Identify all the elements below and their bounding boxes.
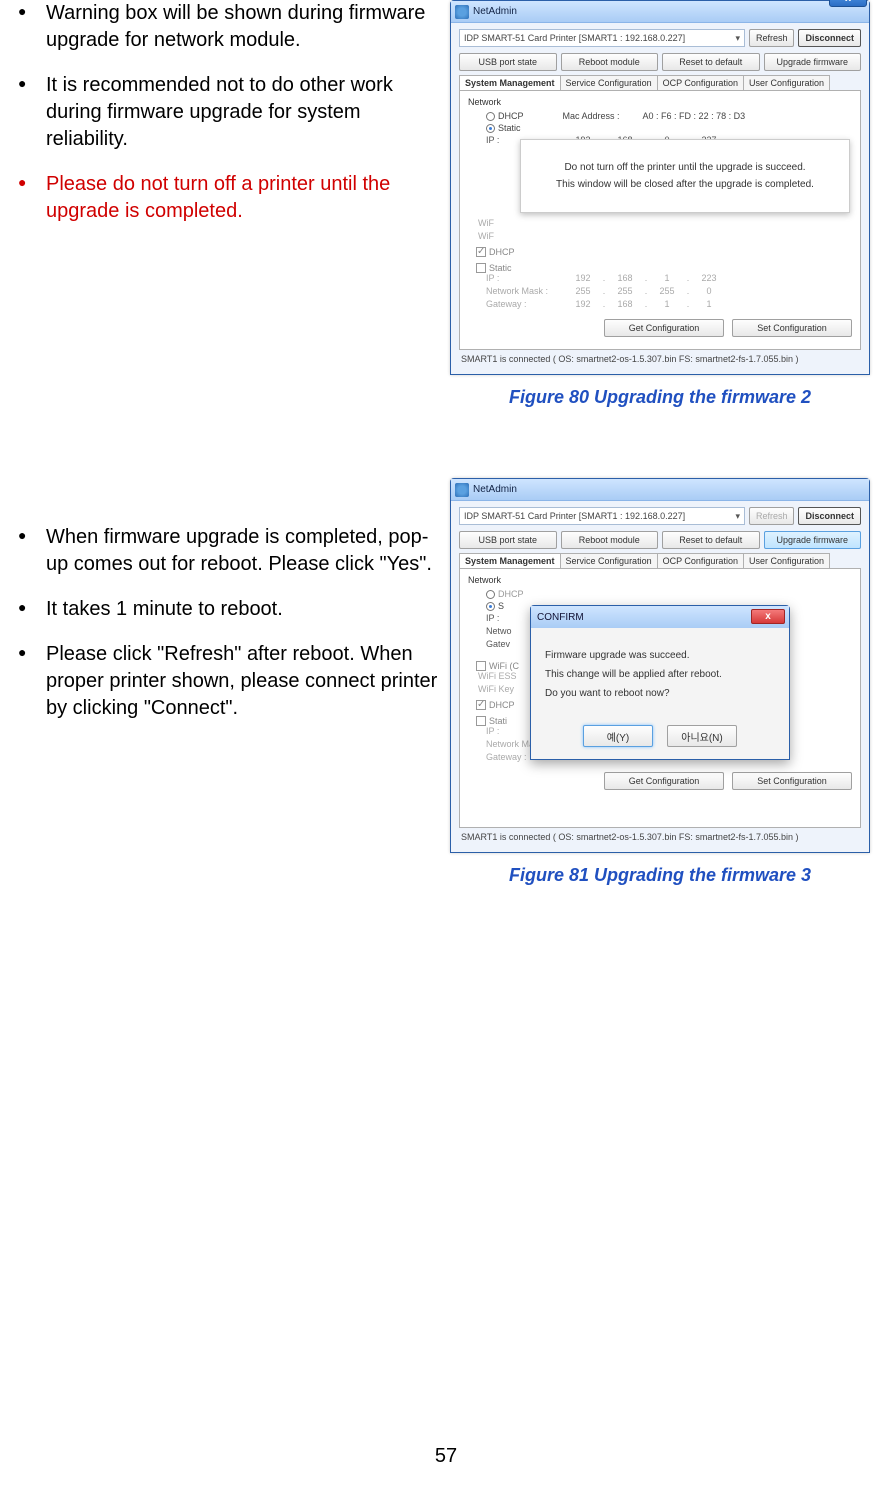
confirm-no-button[interactable]: 아니요(N) — [667, 725, 737, 747]
wifi-static-checkbox[interactable] — [476, 263, 486, 273]
wifi-static-label: Static — [489, 263, 512, 273]
disconnect-button[interactable]: Disconnect — [798, 507, 861, 525]
reboot-module-button[interactable]: Reboot module — [561, 53, 659, 71]
status-bar: SMART1 is connected ( OS: smartnet2-os-1… — [459, 350, 861, 366]
window-title: NetAdmin — [473, 6, 517, 17]
tab-system-management[interactable]: System Management — [459, 75, 561, 90]
tab-service-configuration[interactable]: Service Configuration — [560, 75, 658, 90]
window-titlebar[interactable]: NetAdmin x — [451, 1, 869, 23]
settings-panel: Network DHCP Mac Address : A0 : F6 : FD … — [459, 90, 861, 350]
bullet-list-1: Warning box will be shown during firmwar… — [10, 0, 440, 225]
netadmin-window-1: NetAdmin x IDP SMART-51 Card Printer [SM… — [450, 0, 870, 375]
tab-bar: System Management Service Configuration … — [459, 75, 861, 90]
tab-ocp-configuration[interactable]: OCP Configuration — [657, 75, 744, 90]
mac-value: A0 : F6 : FD : 22 : 78 : D3 — [643, 111, 746, 121]
bullet-item: When firmware upgrade is completed, pop-… — [18, 524, 440, 578]
mac-label: Mac Address : — [563, 111, 620, 121]
radio-static[interactable] — [486, 124, 495, 133]
device-dropdown[interactable]: IDP SMART-51 Card Printer [SMART1 : 192.… — [459, 29, 745, 47]
wifi-option-label: WiFi (C — [489, 661, 519, 671]
bullet-item-warning: Please do not turn off a printer until t… — [18, 171, 440, 225]
tab-bar: System Management Service Configuration … — [459, 553, 861, 568]
confirm-line-3: Do you want to reboot now? — [545, 688, 775, 699]
get-configuration-button[interactable]: Get Configuration — [604, 319, 724, 337]
tab-ocp-configuration[interactable]: OCP Configuration — [657, 553, 744, 568]
reset-default-button[interactable]: Reset to default — [662, 531, 760, 549]
radio-static-label: Static — [498, 123, 521, 133]
usb-port-state-button[interactable]: USB port state — [459, 531, 557, 549]
netadmin-window-2: NetAdmin IDP SMART-51 Card Printer [SMAR… — [450, 478, 870, 853]
overlay-line-1: Do not turn off the printer until the up… — [531, 162, 839, 173]
refresh-button[interactable]: Refresh — [749, 29, 795, 47]
confirm-close-icon[interactable]: x — [751, 609, 785, 624]
confirm-title: CONFIRM — [537, 612, 584, 623]
window-title: NetAdmin — [473, 484, 517, 495]
upgrade-firmware-button[interactable]: Upgrade firmware — [764, 53, 862, 71]
settings-panel: Network DHCP S IP : Netwo Gatev CONFIRM … — [459, 568, 861, 828]
wifi-dhcp-label: DHCP — [489, 247, 515, 257]
refresh-button[interactable]: Refresh — [749, 507, 795, 525]
wifi-dhcp-checkbox[interactable] — [476, 700, 486, 710]
wifi-option-checkbox[interactable] — [476, 661, 486, 671]
reboot-module-button[interactable]: Reboot module — [561, 531, 659, 549]
bullet-item: Please click "Refresh" after reboot. Whe… — [18, 641, 440, 722]
wifi-static-checkbox[interactable] — [476, 716, 486, 726]
page-number: 57 — [0, 1445, 892, 1468]
wifi-dhcp-checkbox[interactable] — [476, 247, 486, 257]
app-icon — [455, 483, 469, 497]
window-titlebar[interactable]: NetAdmin — [451, 479, 869, 501]
get-configuration-button[interactable]: Get Configuration — [604, 772, 724, 790]
confirm-dialog: CONFIRM x Firmware upgrade was succeed. … — [530, 605, 790, 760]
figure-81-caption: Figure 81 Upgrading the firmware 3 — [450, 865, 870, 886]
figure-80-caption: Figure 80 Upgrading the firmware 2 — [450, 387, 870, 408]
bullet-item: It takes 1 minute to reboot. — [18, 596, 440, 623]
confirm-yes-button[interactable]: 예(Y) — [583, 725, 653, 747]
tab-service-configuration[interactable]: Service Configuration — [560, 553, 658, 568]
close-icon[interactable]: x — [829, 0, 867, 7]
tab-user-configuration[interactable]: User Configuration — [743, 75, 830, 90]
bullet-item: It is recommended not to do other work d… — [18, 72, 440, 153]
network-group-label: Network — [468, 575, 852, 585]
tab-system-management[interactable]: System Management — [459, 553, 561, 568]
radio-dhcp[interactable] — [486, 590, 495, 599]
upgrade-progress-overlay: Do not turn off the printer until the up… — [520, 139, 850, 213]
tab-user-configuration[interactable]: User Configuration — [743, 553, 830, 568]
device-dropdown[interactable]: IDP SMART-51 Card Printer [SMART1 : 192.… — [459, 507, 745, 525]
network-group-label: Network — [468, 97, 852, 107]
status-bar: SMART1 is connected ( OS: smartnet2-os-1… — [459, 828, 861, 844]
radio-dhcp-label: DHCP — [498, 111, 524, 121]
upgrade-firmware-button[interactable]: Upgrade firmware — [764, 531, 862, 549]
overlay-line-2: This window will be closed after the upg… — [531, 179, 839, 190]
confirm-line-2: This change will be applied after reboot… — [545, 669, 775, 680]
app-icon — [455, 5, 469, 19]
radio-dhcp[interactable] — [486, 112, 495, 121]
bullet-list-2: When firmware upgrade is completed, pop-… — [10, 524, 440, 722]
radio-static[interactable] — [486, 602, 495, 611]
reset-default-button[interactable]: Reset to default — [662, 53, 760, 71]
disconnect-button[interactable]: Disconnect — [798, 29, 861, 47]
radio-dhcp-label: DHCP — [498, 589, 524, 599]
confirm-line-1: Firmware upgrade was succeed. — [545, 650, 775, 661]
usb-port-state-button[interactable]: USB port state — [459, 53, 557, 71]
bullet-item: Warning box will be shown during firmwar… — [18, 0, 440, 54]
set-configuration-button[interactable]: Set Configuration — [732, 772, 852, 790]
confirm-titlebar[interactable]: CONFIRM x — [531, 606, 789, 628]
set-configuration-button[interactable]: Set Configuration — [732, 319, 852, 337]
